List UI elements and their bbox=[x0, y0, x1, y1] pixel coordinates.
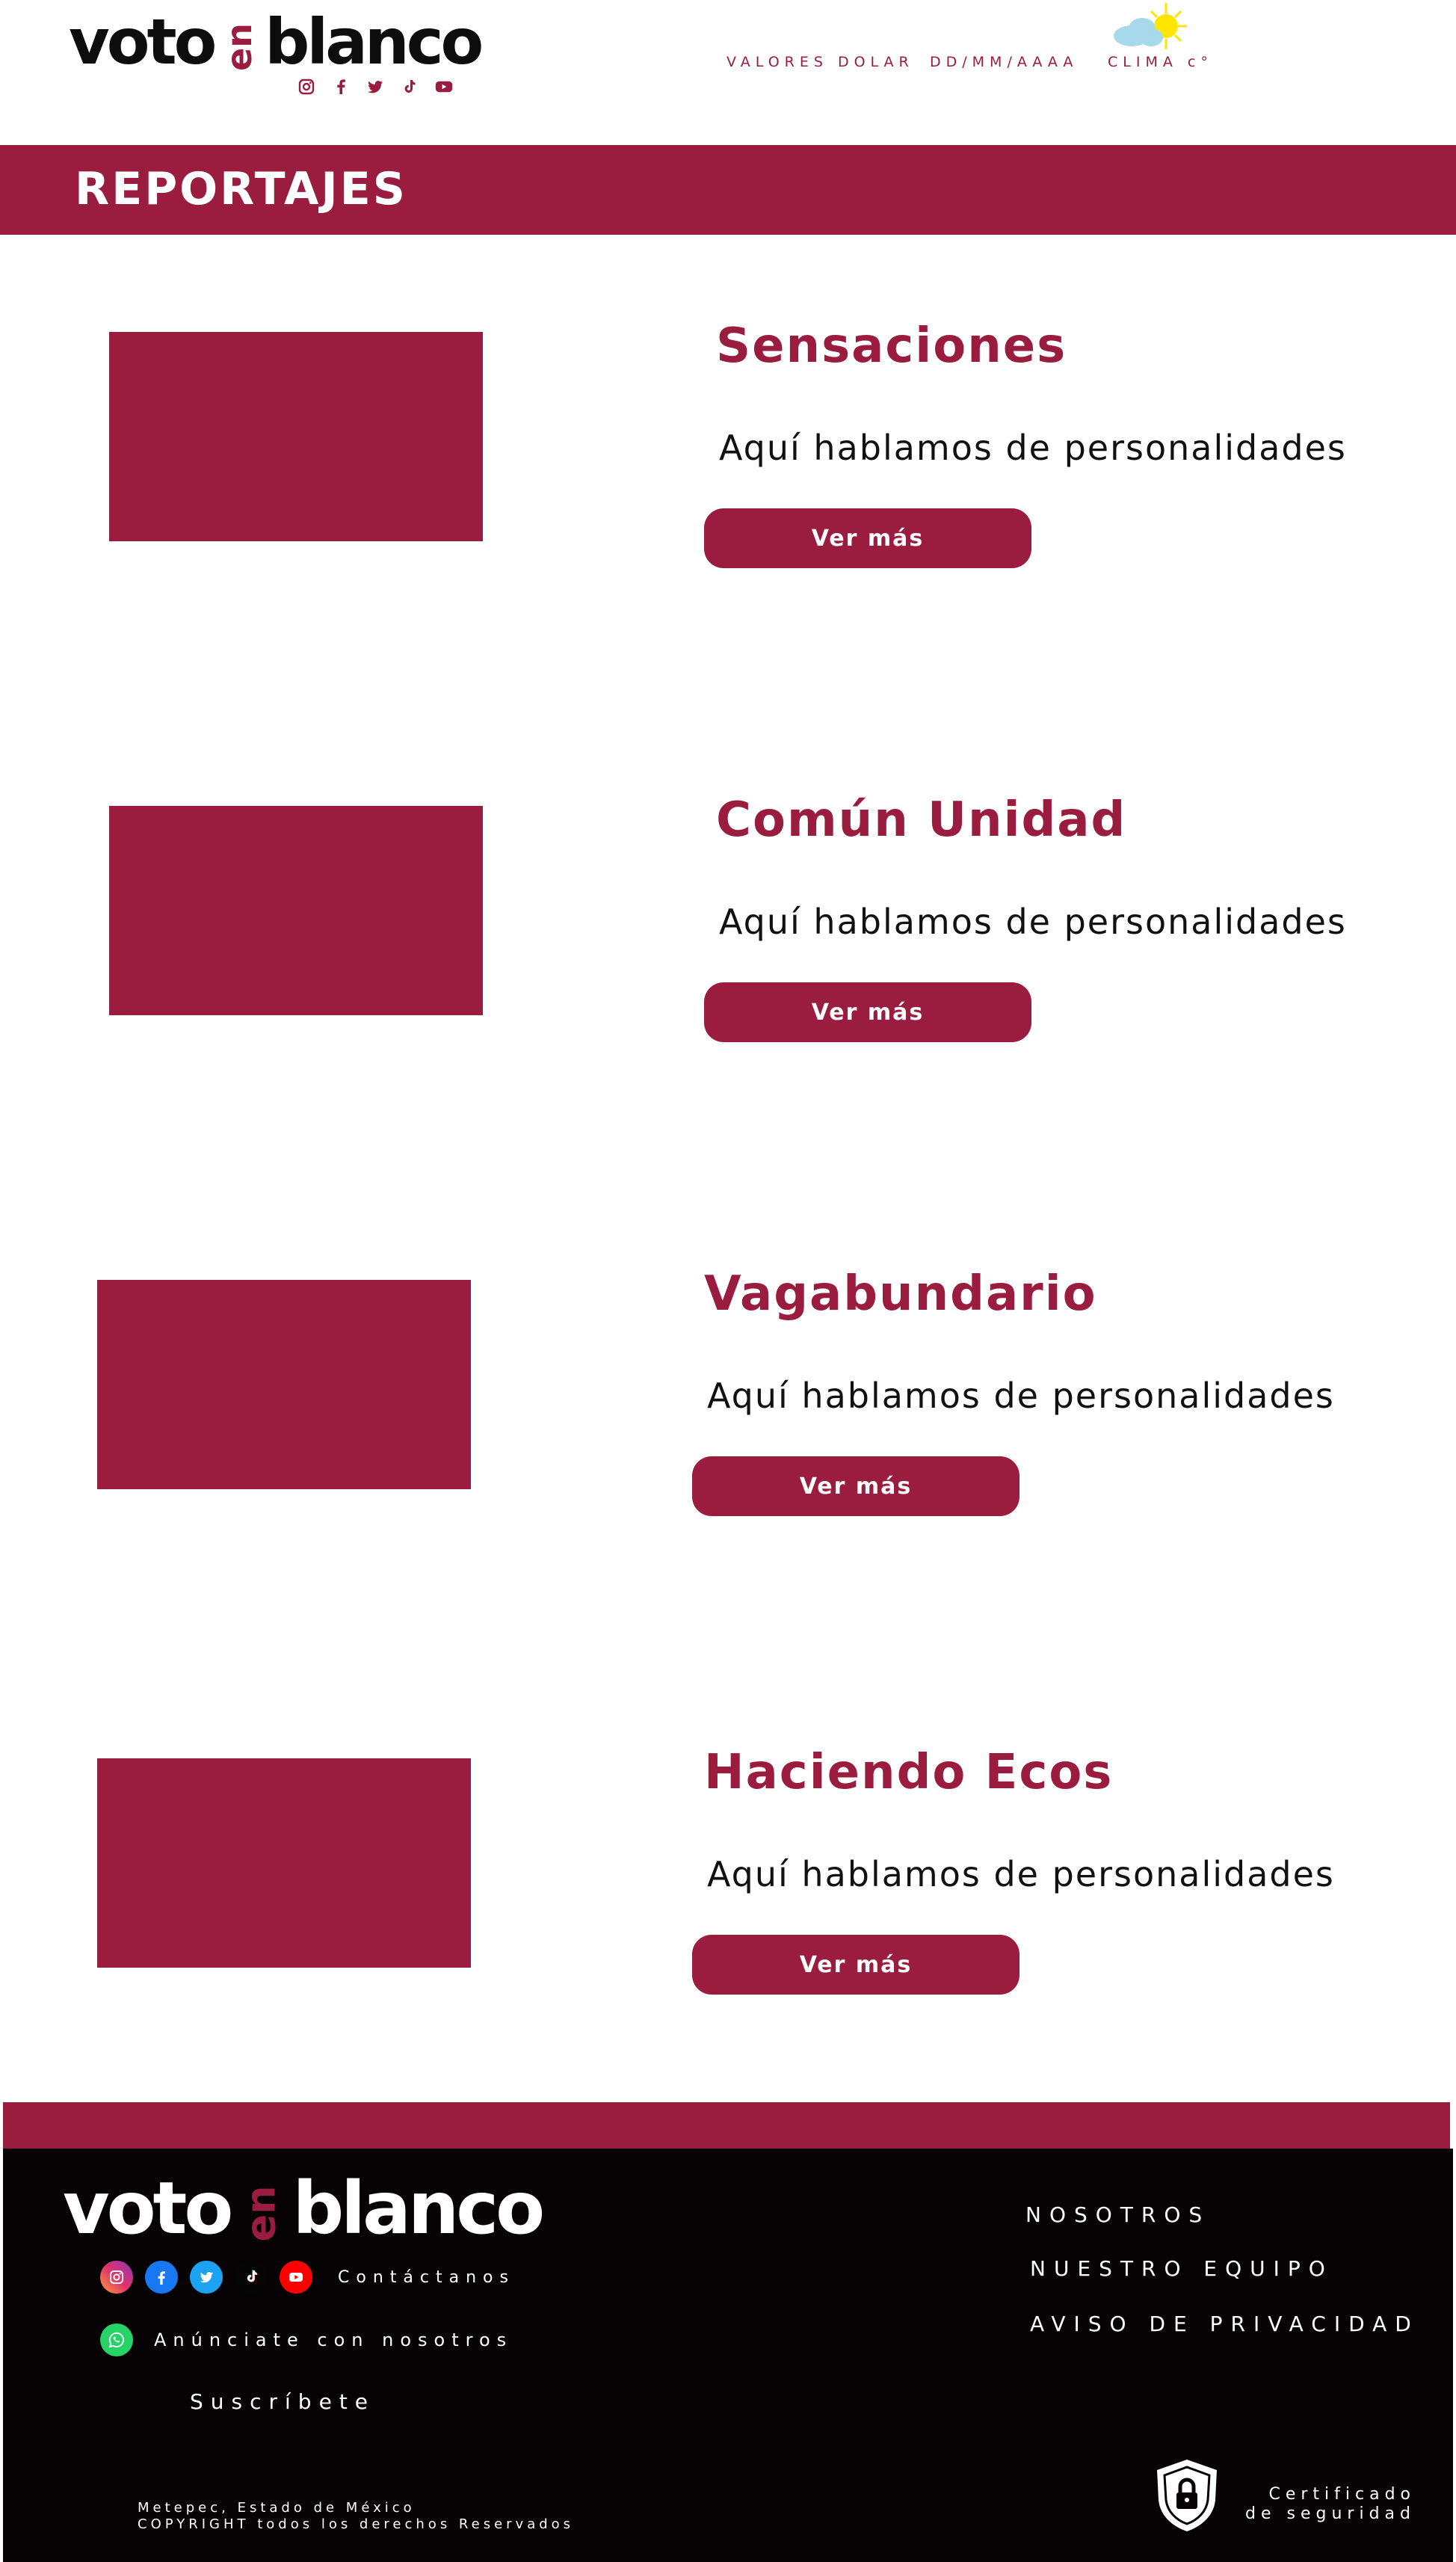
footer-top-band bbox=[3, 2102, 1450, 2149]
instagram-icon[interactable] bbox=[100, 2261, 133, 2294]
youtube-icon[interactable] bbox=[280, 2261, 312, 2294]
footer-social-links bbox=[100, 2261, 312, 2294]
article-title[interactable]: Sensaciones bbox=[716, 318, 1067, 374]
ver-mas-button[interactable]: Ver más bbox=[692, 1935, 1019, 1995]
article-thumbnail[interactable] bbox=[97, 1758, 471, 1968]
article-thumbnail[interactable] bbox=[97, 1280, 471, 1489]
article-description: Aquí hablamos de personalidades bbox=[719, 902, 1347, 942]
tiktok-icon[interactable] bbox=[401, 78, 419, 96]
footer-nav-nosotros[interactable]: NOSOTROS bbox=[1025, 2202, 1210, 2227]
logo-voto: voto bbox=[63, 2167, 233, 2250]
certificate-label-2: de seguridad bbox=[1245, 2504, 1416, 2523]
article-title[interactable]: Haciendo Ecos bbox=[704, 1745, 1113, 1800]
article-description: Aquí hablamos de personalidades bbox=[707, 1376, 1335, 1416]
facebook-icon[interactable] bbox=[332, 78, 350, 96]
footer-copyright: COPYRIGHT todos los derechos Reservados bbox=[138, 2516, 575, 2532]
partly-sunny-icon bbox=[1109, 0, 1190, 64]
logo-voto: voto bbox=[69, 5, 217, 78]
logo-blanco: blanco bbox=[292, 2167, 545, 2250]
article-thumbnail[interactable] bbox=[109, 332, 483, 541]
whatsapp-icon[interactable] bbox=[100, 2324, 133, 2356]
logo-en: en bbox=[219, 23, 260, 71]
youtube-icon[interactable] bbox=[435, 78, 453, 96]
certificate-label: Certificado bbox=[1268, 2485, 1416, 2504]
article-card: Haciendo Ecos Aquí hablamos de personali… bbox=[0, 1725, 1456, 2024]
subscribe-link[interactable]: Suscríbete bbox=[190, 2389, 375, 2414]
twitter-icon[interactable] bbox=[366, 78, 384, 96]
header-social-links bbox=[297, 78, 453, 96]
logo-blanco: blanco bbox=[265, 5, 484, 78]
facebook-icon[interactable] bbox=[145, 2261, 178, 2294]
article-card: Común Unidad Aquí hablamos de personalid… bbox=[0, 773, 1456, 1072]
contact-link[interactable]: Contáctanos bbox=[338, 2268, 515, 2287]
ver-mas-button[interactable]: Ver más bbox=[704, 508, 1031, 568]
footer-location: Metepec, Estado de México bbox=[138, 2500, 416, 2516]
article-description: Aquí hablamos de personalidades bbox=[707, 1854, 1335, 1894]
section-title: REPORTAJES bbox=[75, 163, 407, 215]
ver-mas-button[interactable]: Ver más bbox=[692, 1456, 1019, 1516]
ver-mas-button[interactable]: Ver más bbox=[704, 982, 1031, 1042]
current-date: DD/MM/AAAA bbox=[930, 54, 1079, 70]
logo-en: en bbox=[237, 2185, 285, 2242]
header-logo[interactable]: voto enblanco bbox=[69, 5, 484, 78]
twitter-icon[interactable] bbox=[190, 2261, 223, 2294]
footer-nav-aviso-privacidad[interactable]: AVISO DE PRIVACIDAD bbox=[1030, 2312, 1419, 2336]
article-title[interactable]: Vagabundario bbox=[704, 1266, 1097, 1322]
advertise-link[interactable]: Anúnciate con nosotros bbox=[154, 2329, 513, 2350]
article-card: Sensaciones Aquí hablamos de personalida… bbox=[0, 299, 1456, 598]
article-thumbnail[interactable] bbox=[109, 806, 483, 1015]
tiktok-icon[interactable] bbox=[235, 2261, 268, 2294]
article-card: Vagabundario Aquí hablamos de personalid… bbox=[0, 1247, 1456, 1546]
dolar-values[interactable]: VALORES DOLAR bbox=[727, 54, 914, 70]
security-shield-icon bbox=[1151, 2457, 1223, 2537]
footer-nav-nuestro-equipo[interactable]: NUESTRO EQUIPO bbox=[1030, 2256, 1333, 2281]
article-description: Aquí hablamos de personalidades bbox=[719, 428, 1347, 468]
article-title[interactable]: Común Unidad bbox=[716, 792, 1126, 848]
instagram-icon[interactable] bbox=[297, 78, 315, 96]
footer-logo[interactable]: voto en blanco bbox=[63, 2167, 545, 2250]
